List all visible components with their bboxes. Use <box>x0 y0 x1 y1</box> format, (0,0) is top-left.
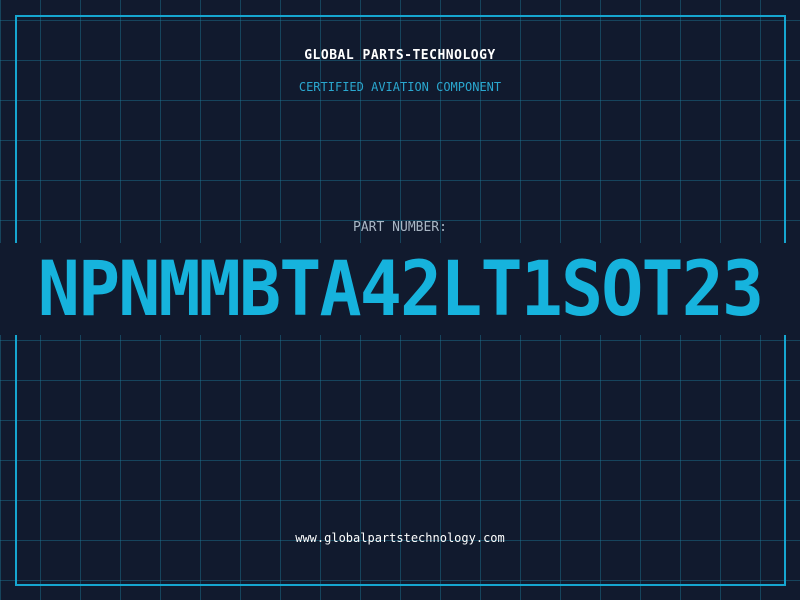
part-number-band: NPNMMBTA42LT1SOT23 <box>0 243 800 335</box>
part-number-value: NPNMMBTA42LT1SOT23 <box>37 244 764 333</box>
brand-title: GLOBAL PARTS-TECHNOLOGY <box>304 48 496 63</box>
part-number-label: PART NUMBER: <box>353 220 447 235</box>
website-url: www.globalpartstechnology.com <box>295 531 505 545</box>
tagline: CERTIFIED AVIATION COMPONENT <box>298 80 502 94</box>
